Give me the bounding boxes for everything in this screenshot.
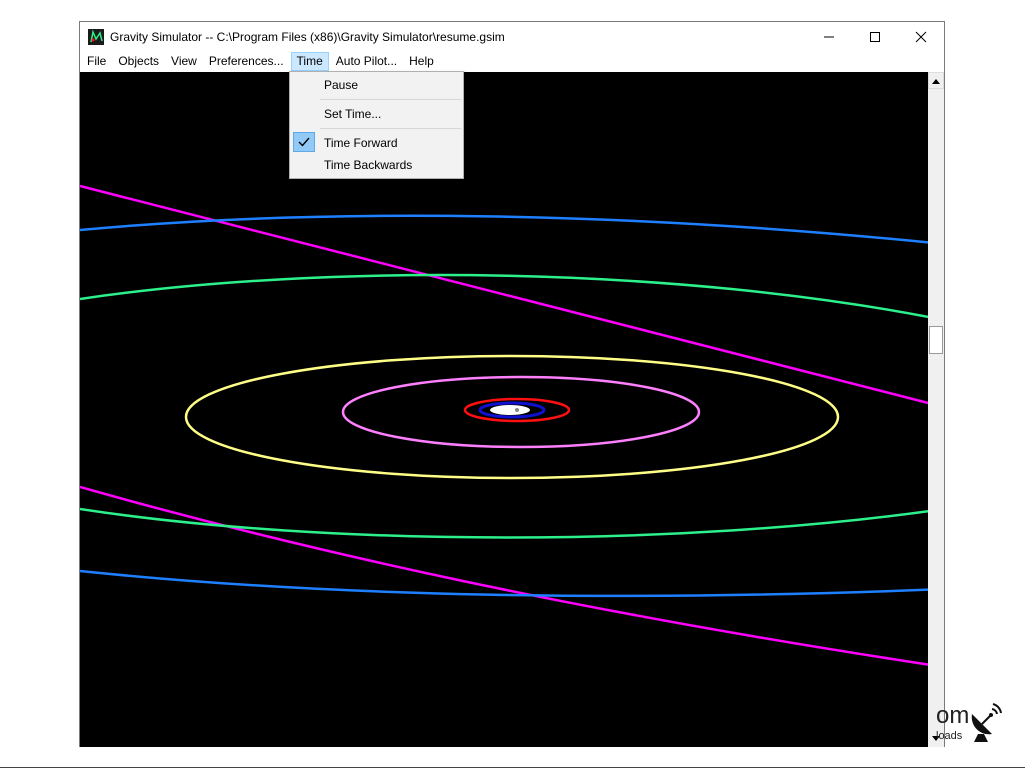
title-bar[interactable]: Gravity Simulator -- C:\Program Files (x… xyxy=(80,22,944,51)
menu-separator xyxy=(320,99,461,100)
watermark: om loads xyxy=(922,700,1002,746)
screen-edge-divider xyxy=(0,767,1025,768)
menu-auto-pilot[interactable]: Auto Pilot... xyxy=(331,52,402,71)
scroll-up-button[interactable] xyxy=(928,72,944,89)
app-window: Gravity Simulator -- C:\Program Files (x… xyxy=(79,21,945,747)
menu-bar: File Objects View Preferences... Time Au… xyxy=(80,51,944,72)
menu-file[interactable]: File xyxy=(82,52,111,71)
simulation-canvas[interactable] xyxy=(80,72,928,747)
orbit-magenta-lower xyxy=(80,485,928,666)
maximize-button[interactable] xyxy=(852,22,898,51)
scroll-thumb[interactable] xyxy=(929,326,943,354)
menu-objects[interactable]: Objects xyxy=(113,52,164,71)
menu-item-time-forward[interactable]: Time Forward xyxy=(292,132,461,154)
satellite-dish-icon xyxy=(971,703,1002,742)
time-menu-dropdown: Pause Set Time... Time Forward Time Back… xyxy=(289,71,464,179)
menu-time[interactable]: Time xyxy=(290,52,329,71)
menu-item-set-time[interactable]: Set Time... xyxy=(292,103,461,125)
minimize-button[interactable] xyxy=(806,22,852,51)
menu-item-pause[interactable]: Pause xyxy=(292,74,461,96)
vertical-scrollbar[interactable] xyxy=(928,72,944,747)
orbit-plot xyxy=(80,184,928,666)
minimize-icon xyxy=(824,36,834,37)
orbit-blue-lower xyxy=(80,569,928,598)
maximize-icon xyxy=(870,31,880,42)
central-body xyxy=(490,405,530,415)
watermark-subtext: loads xyxy=(936,730,963,742)
menu-help[interactable]: Help xyxy=(404,52,439,71)
watermark-text: om xyxy=(936,702,970,729)
menu-item-time-backwards[interactable]: Time Backwards xyxy=(292,154,461,176)
arrow-up-icon xyxy=(932,78,940,84)
orbit-blue-upper xyxy=(80,214,928,244)
menu-preferences[interactable]: Preferences... xyxy=(204,52,289,71)
menu-separator xyxy=(320,128,461,129)
app-icon xyxy=(88,29,104,45)
close-icon xyxy=(915,31,927,42)
close-button[interactable] xyxy=(898,22,944,51)
orbit-green-lower xyxy=(80,507,928,539)
menu-view[interactable]: View xyxy=(166,52,202,71)
window-title: Gravity Simulator -- C:\Program Files (x… xyxy=(110,30,505,44)
orbit-green-upper xyxy=(80,273,928,319)
